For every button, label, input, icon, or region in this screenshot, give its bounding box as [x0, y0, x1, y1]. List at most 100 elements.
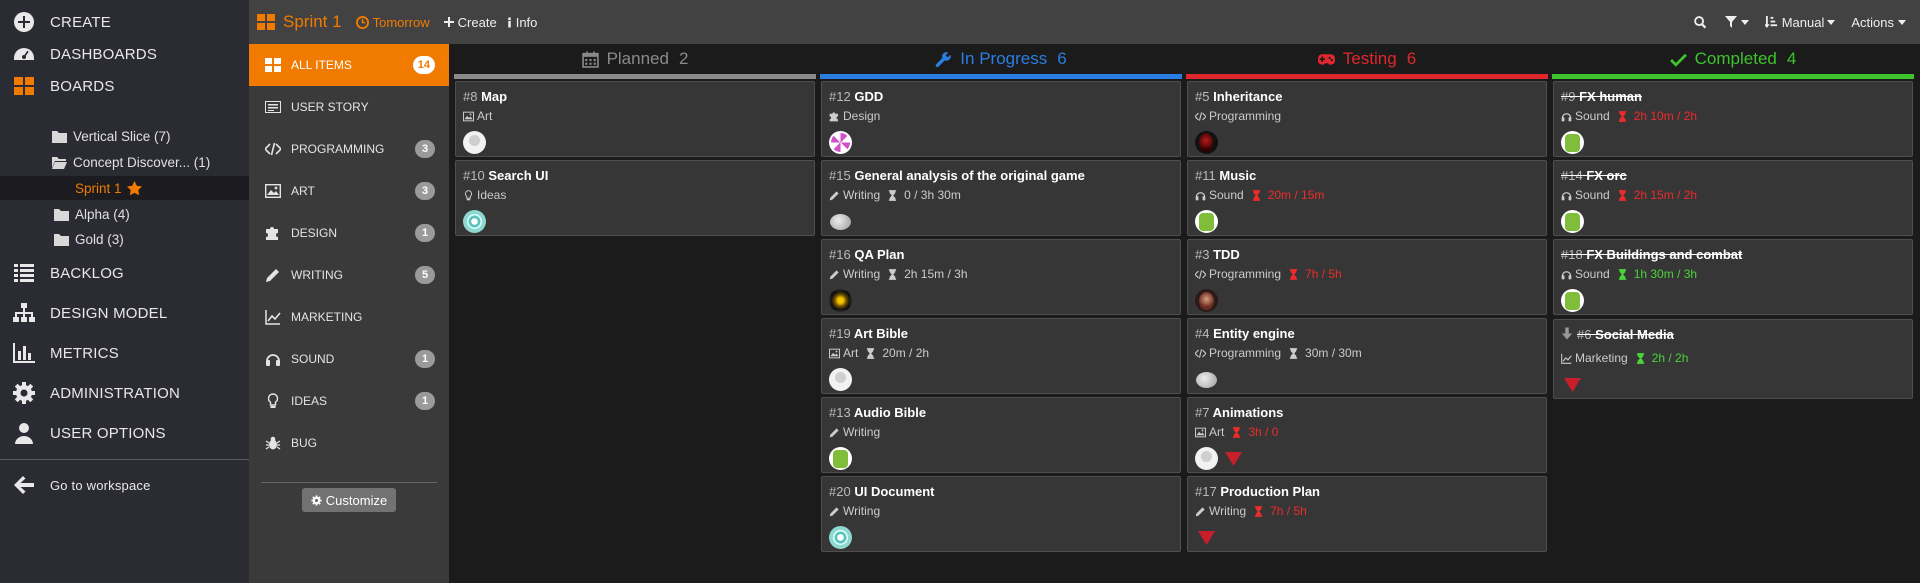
create-button[interactable]: Create [443, 15, 497, 30]
nav-user-options[interactable]: USER OPTIONS [0, 414, 249, 452]
nav-design-model-label: DESIGN MODEL [50, 304, 168, 322]
ruby-avatar[interactable] [1222, 447, 1245, 470]
tree-sprint-1[interactable]: Sprint 1 [0, 176, 249, 200]
task-card[interactable]: #8 Map Art [455, 81, 815, 157]
info-button-label: Info [515, 14, 538, 30]
avatar[interactable] [1195, 368, 1218, 391]
filter-design[interactable]: DESIGN 1 [249, 212, 449, 254]
tree-vertical-slice[interactable]: Vertical Slice (7) [52, 126, 171, 146]
headphones-icon [1561, 270, 1572, 279]
card-meta: Programming 7h / 5h [1195, 267, 1342, 281]
info-button[interactable]: Info [507, 14, 538, 30]
customize-button[interactable]: Customize [302, 488, 396, 512]
avatar[interactable] [1561, 131, 1584, 154]
avatar[interactable] [463, 131, 486, 154]
task-card[interactable]: #9 FX human Sound 2h 10m / 2h [1553, 81, 1913, 157]
task-card[interactable]: #5 Inheritance Programming [1187, 81, 1547, 157]
card-assignees [1195, 210, 1222, 233]
hourglass-icon [1252, 189, 1260, 201]
avatar[interactable] [1561, 210, 1584, 233]
task-card[interactable]: #14 FX orc Sound 2h 15m / 2h [1553, 160, 1913, 236]
chevron-down-icon [1827, 19, 1836, 25]
go-to-workspace[interactable]: Go to workspace [0, 466, 249, 504]
plus-circle-icon [14, 12, 34, 32]
task-card[interactable]: #13 Audio Bible Writing [821, 397, 1181, 473]
avatar[interactable] [1195, 447, 1218, 470]
nav-metrics[interactable]: METRICS [0, 334, 249, 372]
tree-gold[interactable]: Gold (3) [54, 229, 124, 249]
avatar[interactable] [829, 368, 852, 391]
image-icon [463, 111, 474, 121]
avatar[interactable] [829, 526, 852, 549]
avatar[interactable] [829, 131, 852, 154]
filter-programming[interactable]: PROGRAMMING 3 [249, 128, 449, 170]
filter-marketing[interactable]: MARKETING [249, 296, 449, 338]
filter-count-badge: 1 [415, 350, 435, 368]
filter-icon [1724, 16, 1737, 28]
task-card[interactable]: #10 Search UI Ideas [455, 160, 815, 236]
card-assignees [463, 210, 490, 233]
due-date-link[interactable]: Tomorrow [355, 15, 430, 30]
ruby-avatar[interactable] [1561, 373, 1584, 396]
avatar[interactable] [829, 289, 852, 312]
avatar[interactable] [463, 210, 486, 233]
filter-bug[interactable]: BUG [249, 422, 449, 464]
task-card[interactable]: #6 Social Media Marketing 2h / 2h [1553, 319, 1913, 399]
filter-label: ART [291, 184, 315, 198]
avatar[interactable] [1195, 131, 1218, 154]
filter-ideas[interactable]: IDEAS 1 [249, 380, 449, 422]
filter-writing[interactable]: WRITING 5 [249, 254, 449, 296]
avatar[interactable] [1195, 210, 1218, 233]
filter-dropdown[interactable] [1724, 16, 1753, 28]
search-button[interactable] [1693, 15, 1711, 29]
card-estimate-text: 3h / 0 [1248, 425, 1279, 439]
filter-count-badge: 1 [415, 224, 435, 242]
nav-design-model[interactable]: DESIGN MODEL [0, 294, 249, 332]
avatar[interactable] [1561, 289, 1584, 312]
card-number: #16 [829, 247, 851, 262]
task-card[interactable]: #16 QA Plan Writing 2h 15m / 3h [821, 239, 1181, 315]
actions-dropdown[interactable]: Actions [1851, 15, 1910, 30]
task-card[interactable]: #4 Entity engine Programming 30m / 30m [1187, 318, 1547, 394]
tree-alpha[interactable]: Alpha (4) [54, 204, 130, 224]
card-estimate: 20m / 15m [1252, 188, 1324, 202]
nav-boards[interactable]: BOARDS [0, 67, 249, 105]
avatar[interactable] [1195, 289, 1218, 312]
ruby-avatar[interactable] [1195, 526, 1218, 549]
filter-all-items[interactable]: ALL ITEMS 14 [249, 44, 449, 86]
task-card[interactable]: #18 FX Buildings and combat Sound 1h 30m /… [1553, 239, 1913, 315]
task-card[interactable]: #20 UI Document Writing [821, 476, 1181, 552]
task-card[interactable]: #15 General analysis of the original gam… [821, 160, 1181, 236]
card-title: #15 General analysis of the original gam… [829, 168, 1085, 183]
avatar[interactable] [829, 447, 852, 470]
filter-art[interactable]: ART 3 [249, 170, 449, 212]
card-assignees [1195, 526, 1222, 549]
task-card[interactable]: #7 Animations Art 3h / 0 [1187, 397, 1547, 473]
hourglass-icon [1618, 268, 1626, 280]
filter-sound[interactable]: SOUND 1 [249, 338, 449, 380]
task-card[interactable]: #19 Art Bible Art 20m / 2h [821, 318, 1181, 394]
nav-backlog[interactable]: BACKLOG [0, 254, 249, 292]
sort-dropdown[interactable]: Manual [1764, 15, 1840, 30]
card-estimate-text: 1h 30m / 3h [1633, 267, 1698, 281]
column-color-bar [454, 74, 816, 79]
tree-concept-discovery[interactable]: Concept Discover... (1) [52, 152, 210, 172]
avatar[interactable] [829, 210, 852, 233]
task-card[interactable]: #3 TDD Programming 7h / 5h [1187, 239, 1547, 315]
column-color-bar [1186, 74, 1548, 79]
card-meta: Sound 20m / 15m [1195, 188, 1324, 202]
image-icon [1195, 427, 1206, 437]
card-meta: Art 3h / 0 [1195, 425, 1278, 439]
filter-user-story[interactable]: USER STORY [249, 86, 449, 128]
task-card[interactable]: #17 Production Plan Writing 7h / 5h [1187, 476, 1547, 552]
nav-administration[interactable]: ADMINISTRATION [0, 374, 249, 412]
card-type: Art [477, 109, 493, 123]
card-meta: Art [463, 109, 492, 123]
card-number: #3 [1195, 247, 1210, 262]
card-meta: Writing [829, 425, 880, 439]
task-card[interactable]: #11 Music Sound 20m / 15m [1187, 160, 1547, 236]
gamepad-icon [1317, 53, 1335, 65]
task-card[interactable]: #12 GDD Design [821, 81, 1181, 157]
filter-count-badge: 1 [415, 392, 435, 410]
card-assignees [829, 131, 856, 154]
